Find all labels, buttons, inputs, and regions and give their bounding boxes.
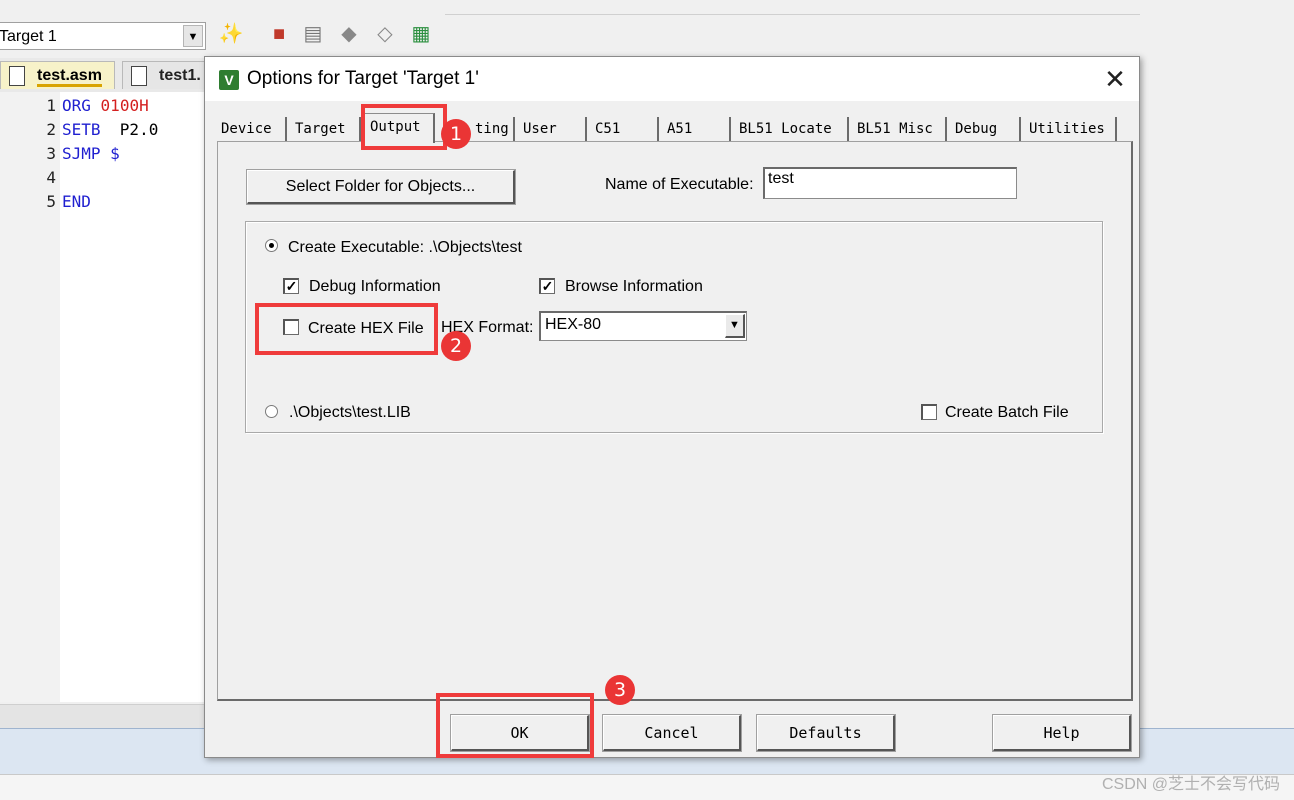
- tab-user[interactable]: User: [517, 117, 587, 141]
- pack-installer-icon[interactable]: ▦: [408, 20, 434, 48]
- browse-info-label: Browse Information: [565, 278, 703, 295]
- tab-a51[interactable]: A51: [661, 117, 731, 141]
- hex-format-select[interactable]: HEX-80 ▼: [539, 311, 747, 341]
- keil-app-icon: V: [219, 70, 239, 90]
- status-bar: [0, 774, 1294, 800]
- dialog-titlebar[interactable]: V Options for Target 'Target 1' ✕: [205, 57, 1139, 101]
- cancel-button[interactable]: Cancel: [602, 714, 742, 752]
- browse-info-checkbox[interactable]: ✓: [539, 278, 555, 294]
- code-keyword: SJMP: [62, 144, 101, 163]
- create-lib-radio[interactable]: [265, 405, 278, 418]
- line-number: 3: [46, 144, 56, 163]
- chevron-down-icon[interactable]: ▼: [725, 314, 745, 338]
- tab-bl51-locate[interactable]: BL51 Locate: [733, 117, 849, 141]
- watermark: CSDN @芝士不会写代码: [1101, 776, 1280, 793]
- stack-icon[interactable]: ▤: [300, 20, 326, 48]
- code-keyword: ORG: [62, 96, 91, 115]
- file-tab-label: test.asm: [37, 67, 102, 87]
- main-toolbar: [0, 0, 1140, 15]
- chevron-down-icon[interactable]: ▼: [183, 25, 203, 47]
- tab-bl51-misc[interactable]: BL51 Misc: [851, 117, 947, 141]
- tab-c51[interactable]: C51: [589, 117, 659, 141]
- exe-name-input[interactable]: test: [763, 167, 1017, 199]
- build-toolbar: Target 1 ▼ ✨ ■ ▤ ◆ ◇ ▦: [0, 14, 445, 59]
- debug-info-checkbox[interactable]: ✓: [283, 278, 299, 294]
- line-number: 2: [46, 120, 56, 139]
- highlight-create-hex: [255, 303, 438, 355]
- step-badge-2: 2: [441, 331, 471, 361]
- diamond-icon[interactable]: ◆: [336, 20, 362, 48]
- file-tab-label: test1.: [159, 67, 201, 84]
- line-number: 4: [46, 168, 56, 187]
- code-arg: 0100H: [100, 96, 149, 115]
- document-icon: [131, 66, 147, 86]
- debug-info-label: Debug Information: [309, 278, 441, 295]
- close-button[interactable]: ✕: [1097, 63, 1133, 95]
- code-lines: 1 ORG 0100H 2 SETB P2.0 3 SJMP $ 4 5 END: [0, 96, 210, 226]
- tab-debug[interactable]: Debug: [949, 117, 1021, 141]
- step-badge-3: 3: [605, 675, 635, 705]
- batch-file-checkbox[interactable]: [921, 404, 937, 420]
- code-line: SJMP $: [62, 144, 120, 163]
- create-exe-label: Create Executable: .\Objects\test: [288, 239, 522, 256]
- defaults-button[interactable]: Defaults: [756, 714, 896, 752]
- tab-utilities[interactable]: Utilities: [1023, 117, 1117, 141]
- create-lib-label: .\Objects\test.LIB: [289, 404, 411, 421]
- target-select-value: Target 1: [0, 28, 57, 45]
- code-arg: $: [110, 144, 120, 163]
- exe-name-label: Name of Executable:: [605, 176, 754, 193]
- dialog-title: Options for Target 'Target 1': [247, 68, 479, 89]
- highlight-ok-button: [436, 693, 594, 758]
- file-tabs: test.asm test1.: [0, 58, 222, 92]
- highlight-output-tab: [361, 104, 447, 150]
- code-line: SETB P2.0: [62, 120, 158, 139]
- step-badge-1: 1: [441, 119, 471, 149]
- code-arg: P2.0: [119, 120, 159, 139]
- editor-scrollbar[interactable]: [0, 704, 210, 729]
- code-line: END: [62, 192, 91, 211]
- magic-wand-icon[interactable]: ✨: [218, 20, 244, 48]
- batch-file-label: Create Batch File: [945, 404, 1069, 421]
- components-icon[interactable]: ■: [266, 20, 292, 48]
- code-line: ORG 0100H: [62, 96, 149, 115]
- code-keyword: END: [62, 192, 91, 211]
- help-button[interactable]: Help: [992, 714, 1132, 752]
- tab-strip: Device Target Output ting User C51 A51 B…: [215, 113, 1119, 143]
- options-dialog: V Options for Target 'Target 1' ✕ Device…: [204, 56, 1140, 758]
- select-folder-button[interactable]: Select Folder for Objects...: [246, 169, 516, 205]
- line-number: 5: [46, 192, 56, 211]
- gem-icon[interactable]: ◇: [372, 20, 398, 48]
- document-icon: [9, 66, 25, 86]
- code-keyword: SETB: [62, 120, 101, 139]
- create-exe-radio[interactable]: [265, 239, 278, 252]
- tab-device[interactable]: Device: [215, 117, 287, 141]
- line-number: 1: [46, 96, 56, 115]
- file-tab-test-asm[interactable]: test.asm: [0, 61, 115, 89]
- hex-format-value: HEX-80: [545, 316, 602, 333]
- target-select[interactable]: Target 1 ▼: [0, 22, 206, 50]
- tab-target[interactable]: Target: [289, 117, 361, 141]
